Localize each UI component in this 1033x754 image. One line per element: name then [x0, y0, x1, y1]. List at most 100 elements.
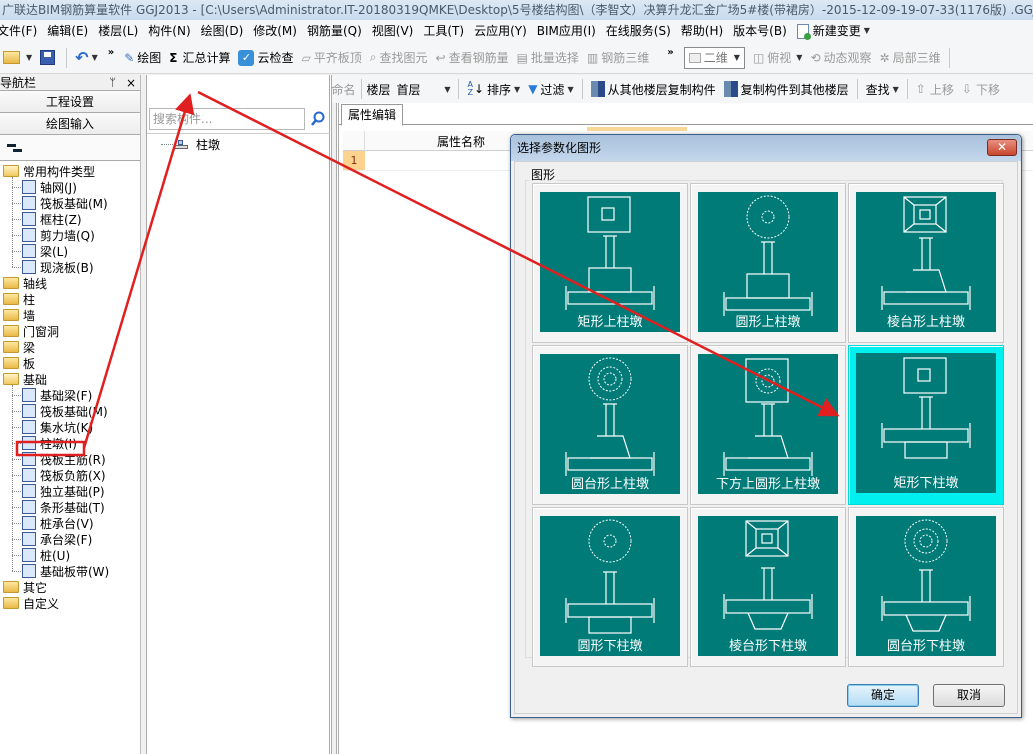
move-down-button[interactable]: ⇩ 下移 — [958, 77, 1004, 101]
tab-property-edit[interactable]: 属性编辑 — [341, 104, 404, 126]
tree-connector — [12, 395, 21, 396]
floor-select[interactable]: 首层 ▼ — [392, 77, 454, 101]
tree-connector — [12, 571, 21, 572]
shape-option[interactable]: 棱台形上柱墩 — [848, 183, 1004, 343]
overflow-chevron-icon[interactable]: » — [108, 47, 114, 58]
dialog-close-button[interactable]: ✕ — [987, 139, 1017, 156]
copy-from-floor-button[interactable]: 从其他楼层复制构件 — [587, 77, 720, 101]
tree-item[interactable]: 基础板带(W) — [12, 563, 109, 579]
drawing-input-button[interactable]: 绘图输入 — [0, 113, 140, 135]
draw-button[interactable]: ✎ 绘图 — [120, 46, 165, 70]
component-list-item[interactable]: 柱墩 — [161, 136, 220, 153]
ok-button[interactable]: 确定 — [847, 684, 919, 707]
component-type-icon — [22, 532, 36, 546]
collapse-tree-icon[interactable] — [7, 144, 16, 147]
menu-tools[interactable]: 工具(T) — [418, 20, 469, 42]
undo-button[interactable]: ↶ ▼ — [71, 46, 102, 70]
filter-button[interactable]: ▼ 过滤 ▼ — [524, 77, 577, 101]
sort-button[interactable]: AZ ↓ 排序 ▼ — [463, 77, 524, 101]
menu-online[interactable]: 在线服务(S) — [601, 20, 676, 42]
tree-item[interactable]: 轴网(J) — [12, 179, 77, 195]
pin-icon[interactable]: ᛘ — [109, 76, 116, 90]
tree-item[interactable]: 框柱(Z) — [12, 211, 82, 227]
menu-cloud[interactable]: 云应用(Y) — [469, 20, 532, 42]
local-3d-button[interactable]: ✲ 局部三维 — [876, 46, 945, 70]
view-mode-select[interactable]: 二维 ▼ — [683, 46, 745, 69]
tree-folder[interactable]: 基础 — [3, 371, 47, 387]
shape-option[interactable]: 圆台形下柱墩 — [848, 507, 1004, 667]
cloud-check-button[interactable]: ✓ 云检查 — [234, 46, 297, 70]
open-button[interactable]: ▼ — [0, 46, 36, 70]
tree-folder[interactable]: 自定义 — [3, 595, 59, 611]
tree-folder[interactable]: 门窗洞 — [3, 323, 59, 339]
tree-item[interactable]: 剪力墙(Q) — [12, 227, 95, 243]
toolbar-separator — [458, 79, 460, 99]
tree-folder[interactable]: 墙 — [3, 307, 35, 323]
menu-edit[interactable]: 编辑(E) — [42, 20, 93, 42]
menu-bim[interactable]: BIM应用(I) — [532, 20, 601, 42]
shape-option[interactable]: 矩形上柱墩 — [532, 183, 688, 343]
local-3d-icon: ✲ — [879, 50, 890, 65]
tree-item[interactable]: 现浇板(B) — [12, 259, 94, 275]
top-view-button[interactable]: ◫ 俯视 ▼ — [749, 46, 807, 70]
shape-option[interactable]: 棱台形下柱墩 — [690, 507, 846, 667]
tree-item[interactable]: 条形基础(T) — [12, 499, 105, 515]
search-icon[interactable] — [310, 111, 326, 127]
view-rebar-icon: ↩ — [435, 50, 446, 65]
menu-version[interactable]: 版本号(B) — [728, 20, 792, 42]
component-type-icon — [22, 564, 36, 578]
shape-option[interactable]: 圆台形上柱墩 — [532, 345, 688, 505]
menu-draw[interactable]: 绘图(D) — [196, 20, 249, 42]
tree-item[interactable]: 桩(U) — [12, 547, 70, 563]
tree-folder[interactable]: 梁 — [3, 339, 35, 355]
tree-item[interactable]: 筏板基础(M) — [12, 403, 108, 419]
save-button[interactable] — [36, 46, 62, 70]
tree-item[interactable]: 梁(L) — [12, 243, 68, 259]
shape-option[interactable]: 圆形下柱墩 — [532, 507, 688, 667]
tree-item[interactable]: 筏板主筋(R) — [12, 451, 106, 467]
tree-connector — [12, 523, 21, 524]
shape-option[interactable]: 圆形上柱墩 — [690, 183, 846, 343]
project-settings-button[interactable]: 工程设置 — [0, 91, 140, 113]
tree-folder[interactable]: 板 — [3, 355, 35, 371]
move-up-button[interactable]: ⇧ 上移 — [912, 77, 958, 101]
copy-to-floor-button[interactable]: 复制构件到其他楼层 — [720, 77, 853, 101]
menu-help[interactable]: 帮助(H) — [676, 20, 728, 42]
menu-rebar-qty[interactable]: 钢筋量(Q) — [302, 20, 367, 42]
align-top-button[interactable]: ▱ 平齐板顶 — [298, 46, 366, 70]
tree-item[interactable]: 基础梁(F) — [12, 387, 92, 403]
tree-folder[interactable]: 常用构件类型 — [3, 163, 95, 179]
shape-preview: 下方上圆形上柱墩 — [698, 354, 838, 494]
tree-folder[interactable]: 轴线 — [3, 275, 47, 291]
find-element-button[interactable]: ⌕ 查找图元 — [366, 46, 432, 70]
tree-folder[interactable]: 其它 — [3, 579, 47, 595]
find-button[interactable]: 查找 ▼ — [862, 77, 903, 101]
menu-view[interactable]: 视图(V) — [367, 20, 419, 42]
overflow-chevron-icon[interactable]: » — [667, 47, 673, 58]
menu-file[interactable]: 文件(F) — [0, 20, 42, 42]
batch-select-button[interactable]: ▤ 批量选择 — [513, 46, 583, 70]
close-icon[interactable]: × — [126, 76, 136, 90]
sum-calc-button[interactable]: Σ 汇总计算 — [165, 46, 234, 70]
shape-option[interactable]: 下方上圆形上柱墩 — [690, 345, 846, 505]
shape-option-label: 圆台形下柱墩 — [886, 639, 965, 654]
tree-item[interactable]: 筏板基础(M) — [12, 195, 108, 211]
tree-item[interactable]: 柱墩(I) — [12, 435, 77, 451]
tree-item[interactable]: 筏板负筋(X) — [12, 467, 106, 483]
dynamic-observe-button[interactable]: ⟲ 动态观察 — [806, 46, 875, 70]
menu-modify[interactable]: 修改(M) — [248, 20, 302, 42]
dialog-title-bar[interactable]: 选择参数化图形 ✕ — [511, 135, 1021, 161]
menu-component[interactable]: 构件(N) — [143, 20, 195, 42]
tree-item[interactable]: 集水坑(K) — [12, 419, 93, 435]
menu-new-change[interactable]: 新建变更 ▼ — [792, 20, 875, 42]
tree-folder[interactable]: 柱 — [3, 291, 35, 307]
cancel-button[interactable]: 取消 — [933, 684, 1005, 707]
menu-floor[interactable]: 楼层(L) — [93, 20, 143, 42]
view-rebar-button[interactable]: ↩ 查看钢筋量 — [432, 46, 513, 70]
tree-item[interactable]: 桩承台(V) — [12, 515, 94, 531]
tree-item[interactable]: 独立基础(P) — [12, 483, 105, 499]
component-search-input[interactable]: 搜索构件... — [149, 108, 305, 130]
rebar-3d-button[interactable]: ▥ 钢筋三维 — [583, 46, 653, 70]
tree-item[interactable]: 承台梁(F) — [12, 531, 92, 547]
shape-option[interactable]: 矩形下柱墩 — [848, 345, 1004, 505]
